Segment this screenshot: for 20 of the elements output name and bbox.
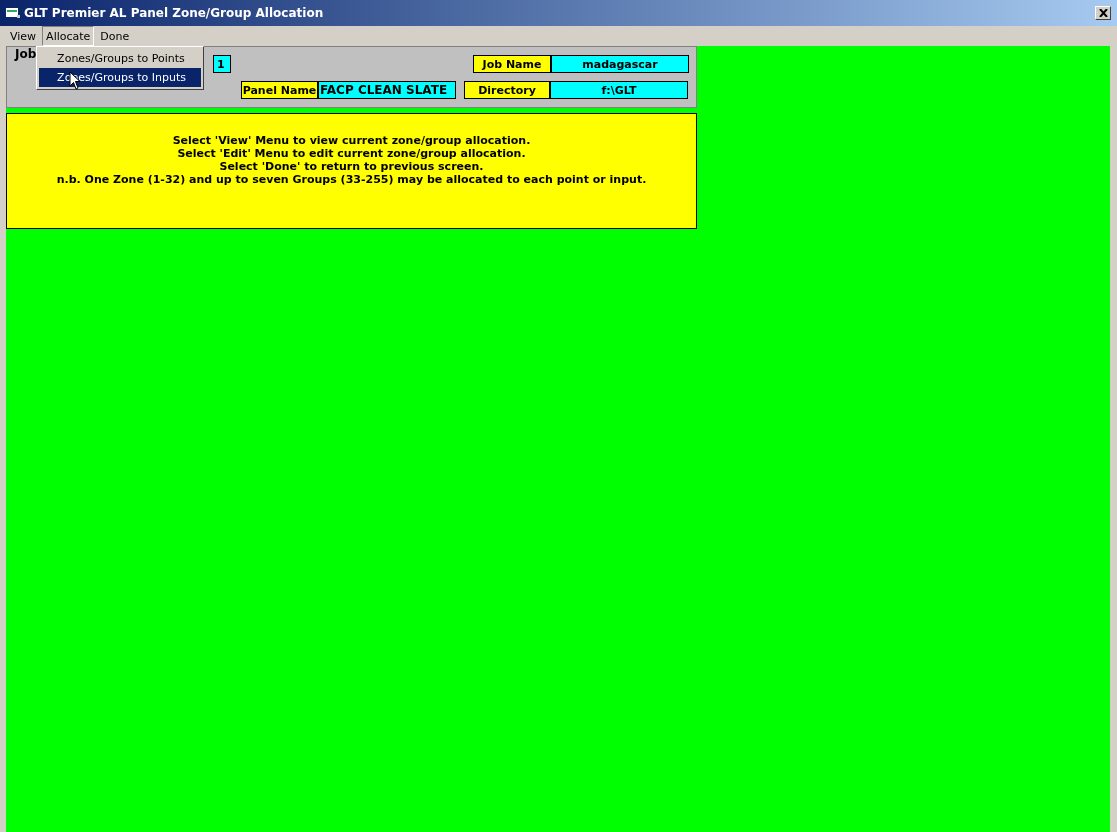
instruction-text: Select 'Edit' Menu to edit current zone/group allocation. <box>176 147 527 160</box>
job-name-field: madagascar <box>551 55 689 73</box>
field-label: Job Name <box>473 55 551 73</box>
window-icon <box>6 7 20 19</box>
menu-item[interactable]: View <box>6 26 41 46</box>
panel-name-field: FACP CLEAN SLATE <box>318 81 456 99</box>
instruction-text: n.b. One Zone (1-32) and up to seven Groups (33-255) may be allocated to each point or input. <box>55 173 648 186</box>
job-number-field: 1 <box>213 55 231 73</box>
instruction-text: Select 'View' Menu to view current zone/group allocation. <box>171 134 532 147</box>
group-title: Job <box>13 47 39 61</box>
window-title: GLT Premier AL Panel Zone/Group Allocation <box>24 6 325 20</box>
directory-field: f:\GLT <box>550 81 688 99</box>
menu-option[interactable]: Zones/Groups to Points <box>39 49 202 68</box>
menu-item[interactable]: Done <box>96 26 134 46</box>
field-label: Panel Name <box>241 81 318 99</box>
instruction-text: Select 'Done' to return to previous screen. <box>218 160 485 173</box>
field-label: Directory <box>464 81 550 99</box>
close-button[interactable] <box>1095 6 1111 20</box>
menu-item[interactable]: Allocate <box>42 26 95 46</box>
close-icon <box>1098 9 1108 17</box>
